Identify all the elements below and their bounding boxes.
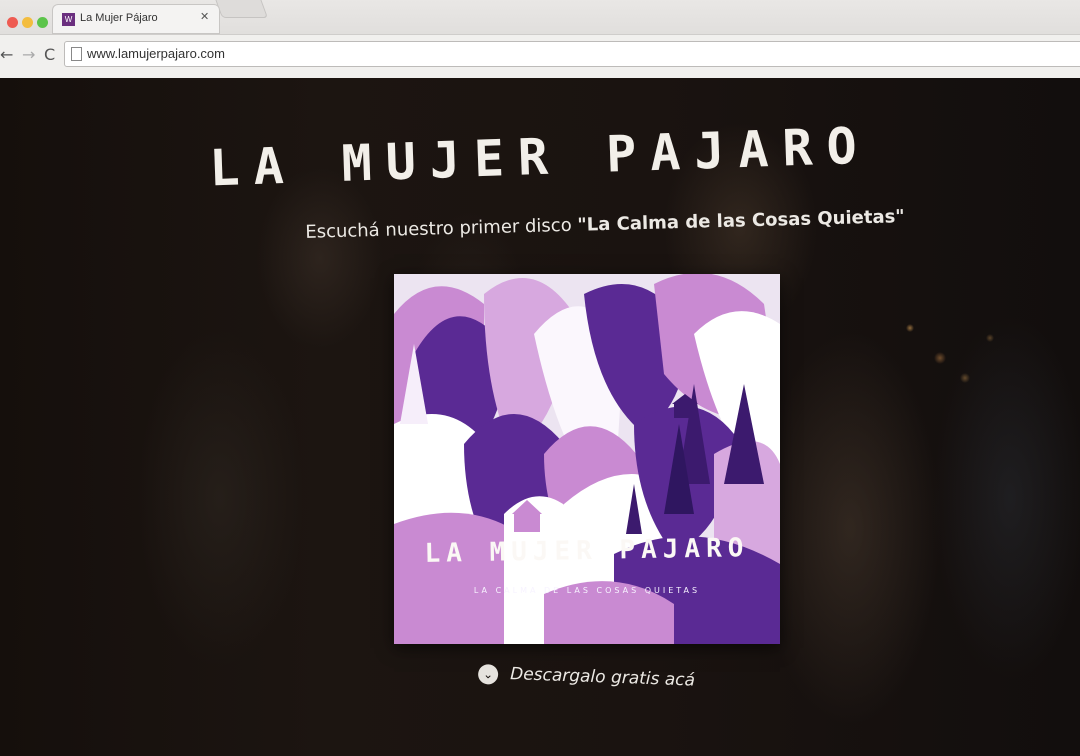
cover-album-name: LA CALMA DE LAS COSAS QUIETAS (473, 586, 701, 595)
address-bar[interactable]: www.lamujerpajaro.com (64, 41, 1080, 67)
browser-toolbar: ← → C www.lamujerpajaro.com (0, 34, 1080, 78)
tab-close-icon[interactable]: ✕ (200, 10, 209, 23)
download-label[interactable]: Descargalo gratis acá (510, 664, 696, 690)
new-tab-button[interactable] (213, 0, 269, 18)
url-text[interactable]: www.lamujerpajaro.com (87, 46, 225, 61)
chevron-down-icon: ⌄ (477, 663, 499, 685)
browser-tab[interactable]: W La Mujer Pájaro ✕ (52, 4, 220, 34)
maximize-window-button[interactable] (37, 17, 48, 28)
reload-button[interactable]: C (44, 45, 55, 64)
browser-chrome: W La Mujer Pájaro ✕ ← → C www.lamujerpaj… (0, 0, 1080, 78)
minimize-window-button[interactable] (22, 17, 33, 28)
forward-button[interactable]: → (22, 45, 35, 64)
page-icon (71, 47, 82, 61)
tab-title: La Mujer Pájaro (80, 12, 158, 24)
back-button[interactable]: ← (0, 45, 13, 64)
close-window-button[interactable] (7, 17, 18, 28)
site-favicon-icon: W (62, 13, 75, 26)
